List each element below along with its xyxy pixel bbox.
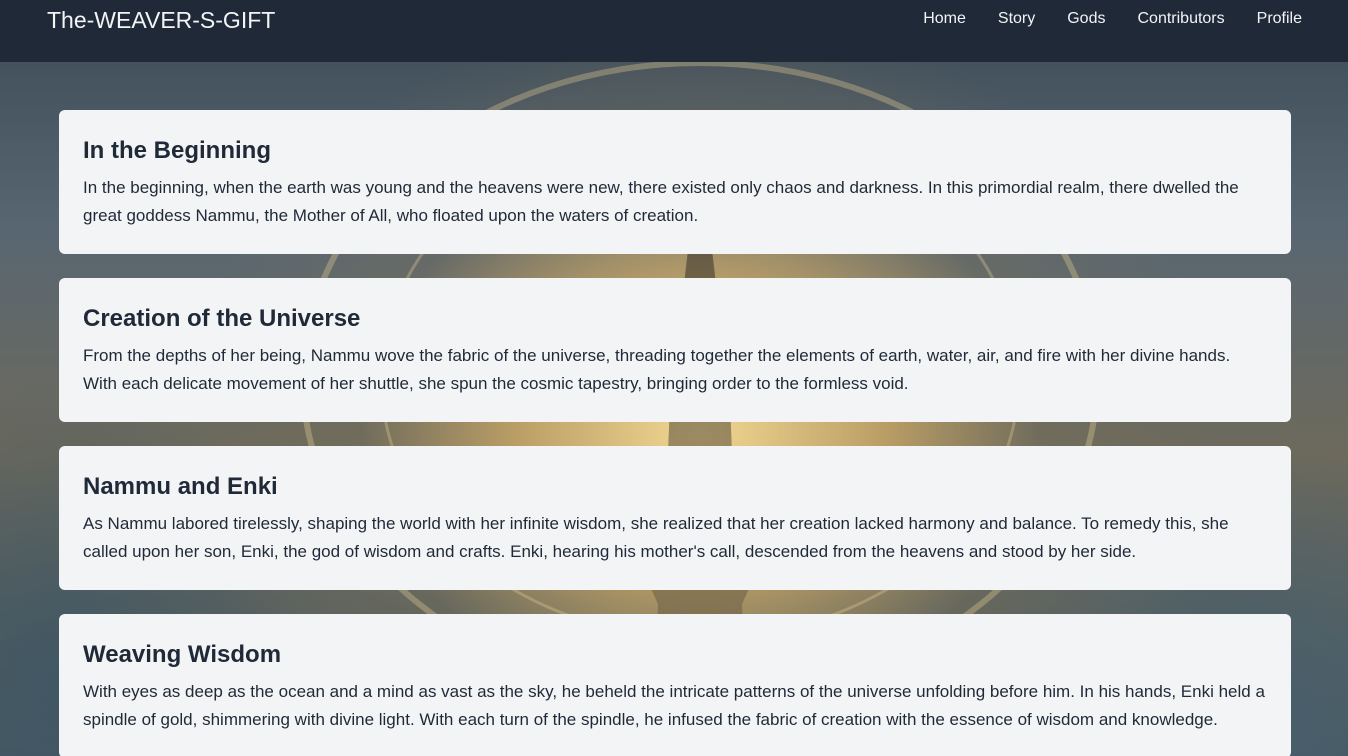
card-text: From the depths of her being, Nammu wove…	[83, 346, 1231, 393]
story-card-beginning: In the Beginning In the beginning, when …	[59, 110, 1291, 254]
nav-link-profile[interactable]: Profile	[1257, 8, 1302, 30]
card-title: Nammu and Enki	[83, 473, 278, 500]
card-title: Weaving Wisdom	[83, 641, 282, 668]
story-card-nammu-enki: Nammu and Enki As Nammu labored tireless…	[59, 446, 1291, 590]
story-card-weaving-wisdom: Weaving Wisdom With eyes as deep as the …	[59, 614, 1291, 756]
nav-link-contributors[interactable]: Contributors	[1137, 8, 1224, 30]
card-text: With eyes as deep as the ocean and a min…	[83, 682, 1265, 729]
nav-link-story[interactable]: Story	[998, 8, 1035, 30]
card-title: Creation of the Universe	[83, 305, 361, 332]
nav-link-gods[interactable]: Gods	[1067, 8, 1105, 30]
story-content: In the Beginning In the beginning, when …	[59, 110, 1291, 756]
brand-title[interactable]: The-WEAVER-S-GIFT	[47, 5, 275, 35]
nav-link-home[interactable]: Home	[923, 8, 966, 30]
card-text: As Nammu labored tirelessly, shaping the…	[83, 514, 1229, 561]
card-title: In the Beginning	[83, 137, 271, 164]
navbar: The-WEAVER-S-GIFT Home Story Gods Contri…	[0, 0, 1348, 62]
card-text: In the beginning, when the earth was you…	[83, 178, 1239, 225]
story-card-creation: Creation of the Universe From the depths…	[59, 278, 1291, 422]
nav-links: Home Story Gods Contributors Profile	[891, 8, 1302, 30]
